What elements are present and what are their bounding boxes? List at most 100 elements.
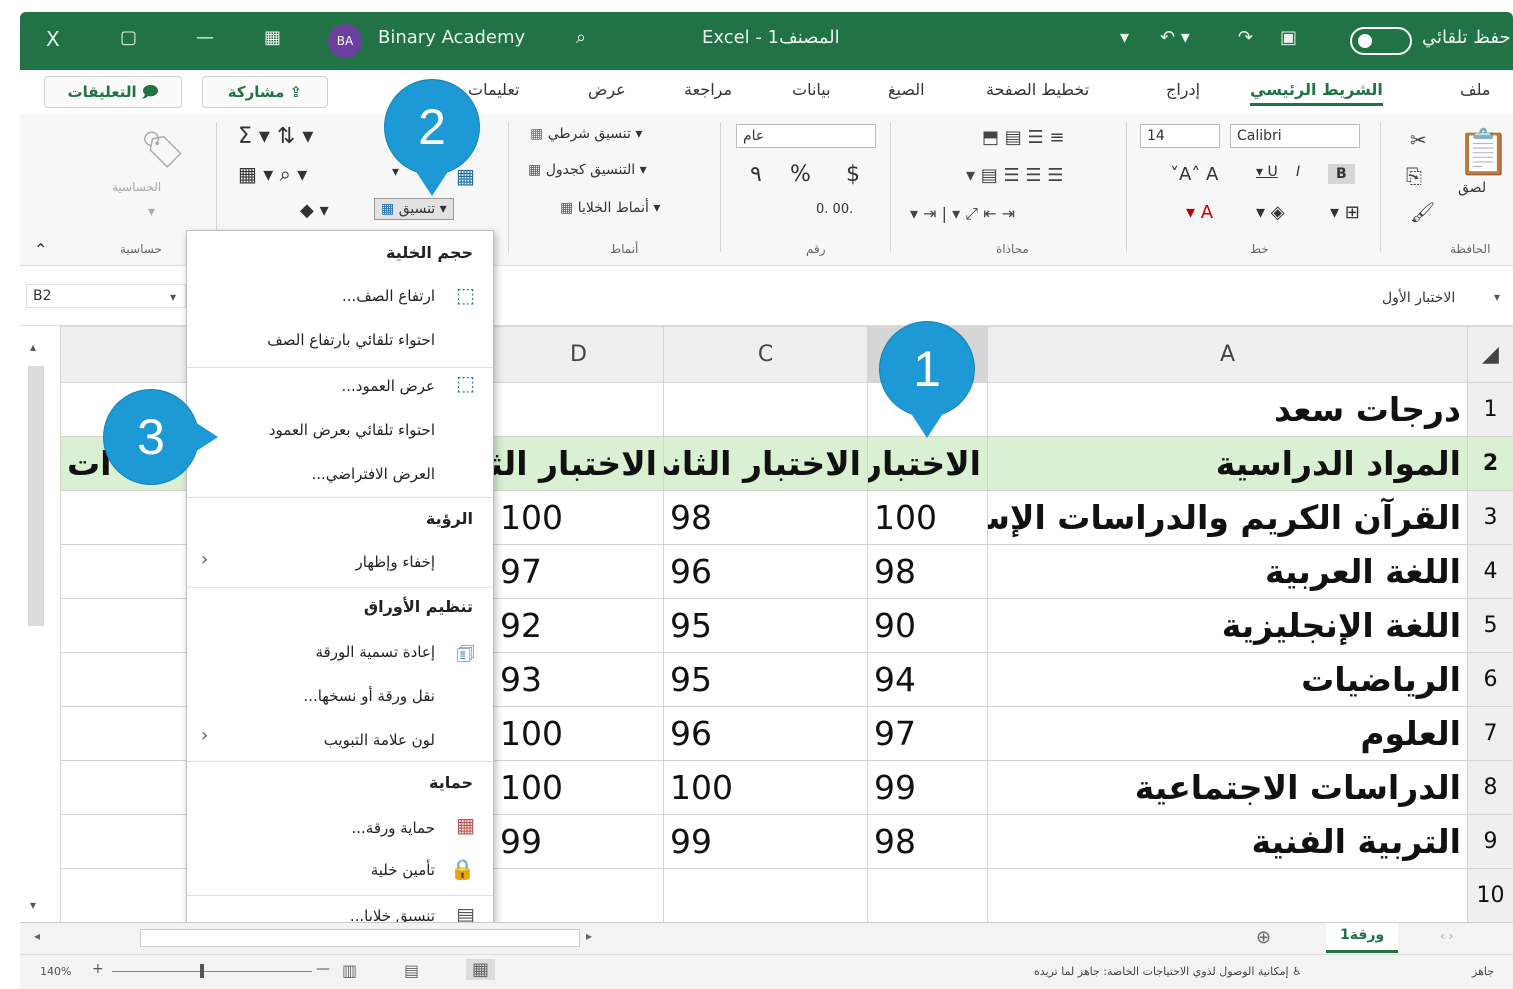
paste-icon[interactable]: 📋 — [1456, 128, 1511, 178]
test1-cell[interactable]: 97 — [867, 706, 988, 761]
row-number[interactable]: 2 — [1467, 436, 1513, 491]
row-number[interactable]: 7 — [1467, 706, 1513, 761]
collapse-ribbon-icon[interactable]: ⌃ — [34, 240, 47, 259]
header-test-1[interactable]: الاختبار — [867, 436, 988, 491]
subject-cell[interactable]: اللغة الإنجليزية — [987, 598, 1468, 653]
tab-home[interactable]: الشريط الرئيسي — [1250, 80, 1383, 106]
menu-item-hide-unhide[interactable]: إخفاء وإظهار — [356, 553, 436, 571]
test2-cell[interactable]: 96 — [663, 544, 868, 599]
search-icon[interactable]: ⌕ — [576, 27, 586, 48]
menu-item-rename-sheet[interactable]: إعادة تسمية الورقة — [315, 643, 435, 661]
test2-cell[interactable]: 98 — [663, 490, 868, 545]
menu-item-move-copy[interactable]: نقل ورقة أو نسخها... — [303, 687, 435, 705]
row-number[interactable]: 5 — [1467, 598, 1513, 653]
subject-cell[interactable]: الدراسات الاجتماعية — [987, 760, 1468, 815]
scroll-right-icon[interactable]: ▸ — [586, 929, 592, 943]
test2-cell[interactable]: 96 — [663, 706, 868, 761]
add-sheet-icon[interactable]: ⊕ — [1256, 927, 1271, 948]
decimal-buttons[interactable]: .00 .0 — [816, 202, 853, 217]
horizontal-scrollbar[interactable] — [140, 929, 580, 947]
scroll-up-icon[interactable]: ▴ — [30, 340, 36, 354]
sheet-nav-icon[interactable]: ‹ › — [1440, 929, 1453, 943]
align-text-icon[interactable]: ▾ ▤ ☰ ☰ ☰ — [966, 164, 1063, 188]
ribbon-display-icon[interactable]: ▦ — [264, 27, 281, 48]
test1-cell[interactable]: 94 — [867, 652, 988, 707]
row-number[interactable]: 10 — [1467, 868, 1513, 922]
header-subjects[interactable]: المواد الدراسية — [987, 436, 1468, 491]
menu-item-protect-sheet[interactable]: حماية ورقة... — [351, 819, 435, 837]
redo-icon[interactable]: ↷ — [1238, 27, 1253, 48]
format-as-table-button[interactable]: ▾ التنسيق كجدول ▦ — [528, 162, 647, 178]
sheet-title-cell[interactable]: درجات سعد — [987, 382, 1468, 437]
tab-data[interactable]: بيانات — [792, 80, 831, 99]
scroll-left-icon[interactable]: ◂ — [34, 929, 40, 943]
subject-cell[interactable]: العلوم — [987, 706, 1468, 761]
menu-item-default-width[interactable]: العرض الافتراضي... — [311, 465, 435, 483]
name-box-dropdown-icon[interactable]: ▾ — [170, 290, 176, 304]
header-test-3[interactable]: الاختبار الثا — [493, 436, 664, 491]
normal-view-icon[interactable]: ▦ — [466, 959, 496, 980]
zoom-in-icon[interactable]: + — [92, 961, 104, 977]
subject-cell[interactable]: القرآن الكريم والدراسات الإسلامية — [987, 490, 1468, 545]
tab-file[interactable]: ملف — [1460, 80, 1490, 99]
accessibility-status[interactable]: ♿ إمكانية الوصول لذوي الاحتياجات الخاصة:… — [1034, 965, 1302, 978]
column-header-c[interactable]: C — [663, 326, 868, 383]
test1-cell[interactable]: 90 — [867, 598, 988, 653]
select-all-corner[interactable]: ◢ — [1467, 326, 1513, 383]
subject-cell[interactable]: التربية الفنية — [987, 814, 1468, 869]
subject-cell[interactable]: اللغة العربية — [987, 544, 1468, 599]
expand-formula-icon[interactable]: ▾ — [1494, 290, 1500, 304]
test2-cell[interactable]: 95 — [663, 652, 868, 707]
menu-item-row-height[interactable]: ارتفاع الصف... — [342, 287, 435, 305]
column-header-d[interactable]: D — [493, 326, 664, 383]
row-number[interactable]: 1 — [1467, 382, 1513, 437]
share-button[interactable]: ⇪ مشاركة — [202, 76, 328, 108]
subject-cell[interactable]: الرياضيات — [987, 652, 1468, 707]
avatar[interactable]: BA — [328, 24, 362, 58]
cell[interactable] — [493, 382, 664, 437]
row-number[interactable]: 3 — [1467, 490, 1513, 545]
user-name[interactable]: Binary Academy — [378, 27, 525, 48]
font-grow-shrink-icon[interactable]: A˄ A˅ — [1170, 164, 1218, 185]
name-box[interactable]: B2 — [26, 284, 186, 308]
cell[interactable] — [663, 868, 868, 922]
qat-customize-icon[interactable]: ▾ — [1120, 27, 1129, 48]
align-top-middle-bottom-icon[interactable]: ⬒ ▤ ☰ ≡ — [982, 126, 1064, 150]
number-format-box[interactable]: عام — [736, 124, 876, 148]
fill-color-icon[interactable]: ◈ ▾ — [1256, 202, 1285, 223]
zoom-out-icon[interactable]: — — [316, 961, 330, 977]
cell[interactable] — [867, 868, 988, 922]
sensitivity-dropdown-icon[interactable]: ▾ — [148, 204, 155, 220]
borders-icon[interactable]: ⊞ ▾ — [1330, 202, 1360, 223]
cell[interactable] — [493, 868, 664, 922]
find-select-button[interactable]: ▾ ⌕ ▾ ▦ — [238, 162, 307, 186]
underline-button[interactable]: U ▾ — [1256, 164, 1278, 180]
tab-help[interactable]: تعليمات — [468, 80, 519, 99]
format-cells-button[interactable]: ▾ تنسيق ▦ — [374, 198, 454, 220]
comments-button[interactable]: 🗩 التعليقات — [44, 76, 182, 108]
cells-dropdown-icon[interactable]: ▾ — [392, 164, 399, 180]
delete-cells-icon[interactable]: ▦ — [456, 164, 475, 188]
row-number[interactable]: 4 — [1467, 544, 1513, 599]
conditional-formatting-button[interactable]: ▾ تنسيق شرطي ▦ — [530, 126, 642, 142]
cell[interactable] — [663, 382, 868, 437]
undo-icon[interactable]: ↶ ▾ — [1160, 27, 1190, 48]
test1-cell[interactable]: 100 — [867, 490, 988, 545]
column-header-a[interactable]: A — [987, 326, 1468, 383]
test2-cell[interactable]: 100 — [663, 760, 868, 815]
font-size-box[interactable]: 14 — [1140, 124, 1220, 148]
menu-item-lock-cell[interactable]: تأمين خلية — [371, 861, 435, 879]
italic-button[interactable]: I — [1296, 164, 1300, 180]
autosave-toggle[interactable] — [1350, 27, 1412, 55]
zoom-slider-thumb[interactable] — [200, 964, 204, 978]
paste-label[interactable]: لصق — [1458, 180, 1486, 196]
autosum-button[interactable]: ▾ ⇅ ▾ Σ — [238, 124, 313, 149]
zoom-slider[interactable] — [112, 971, 312, 972]
menu-item-autofit-row[interactable]: احتواء تلقائي بارتفاع الصف — [267, 331, 435, 349]
test1-cell[interactable]: 98 — [867, 814, 988, 869]
percent-button[interactable]: % — [790, 162, 811, 187]
minimize-icon[interactable]: — — [196, 27, 214, 48]
test3-cell[interactable]: 100 — [493, 706, 664, 761]
menu-item-autofit-column[interactable]: احتواء تلقائي بعرض العمود — [269, 421, 435, 439]
test3-cell[interactable]: 99 — [493, 814, 664, 869]
